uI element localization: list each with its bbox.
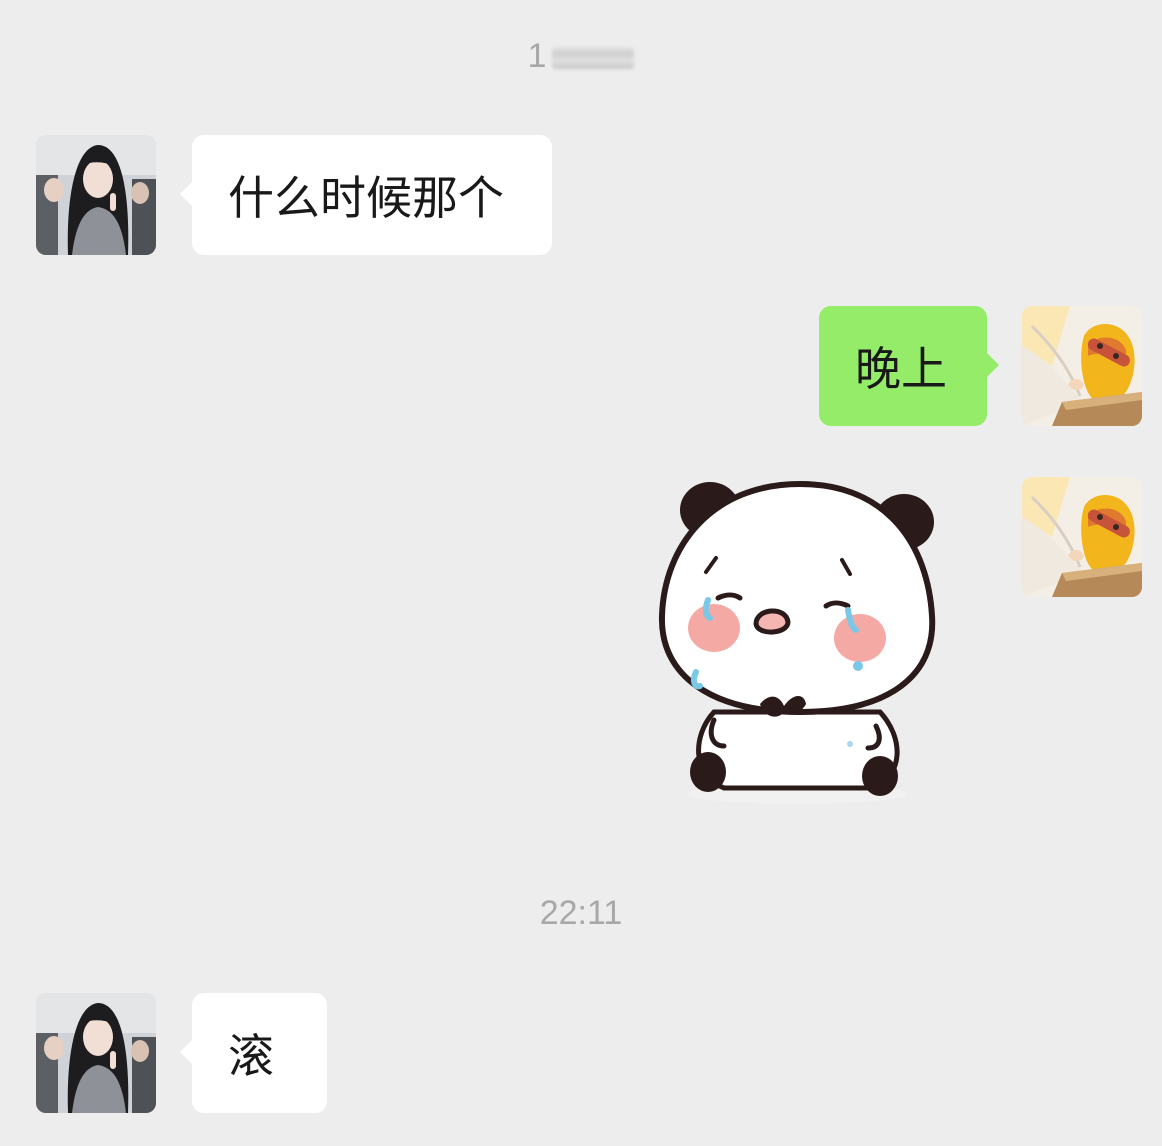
bubble-tail [180,1039,193,1065]
redacted-timestamp-blur [552,47,635,70]
bubble-tail [986,352,999,378]
timestamp-divider: 1 [0,36,1162,76]
crying-panda-sticker-icon [658,480,936,804]
contact-avatar-photo-icon [36,993,156,1113]
contact-avatar[interactable] [36,135,156,255]
bubble-tail [180,181,193,207]
timestamp-text: 1 [527,37,547,75]
message-bubble-incoming[interactable]: 什么时候那个 [180,135,552,255]
contact-avatar-photo-icon [36,135,156,255]
contact-avatar[interactable] [36,993,156,1113]
crying-panda-sticker[interactable] [652,476,942,812]
message-bubble-incoming[interactable]: 滚 [180,993,327,1113]
self-avatar[interactable] [1022,477,1142,597]
timestamp-text: 22:11 [539,894,623,932]
self-avatar[interactable] [1022,306,1142,426]
self-avatar-anime-icon [1022,306,1142,426]
self-avatar-anime-icon [1022,477,1142,597]
message-text: 滚 [228,1029,274,1083]
message-bubble-outgoing[interactable]: 晚上 [819,306,999,426]
message-text: 晚上 [855,342,947,396]
message-text: 什么时候那个 [228,171,504,225]
timestamp-divider: 22:11 [0,893,1162,933]
